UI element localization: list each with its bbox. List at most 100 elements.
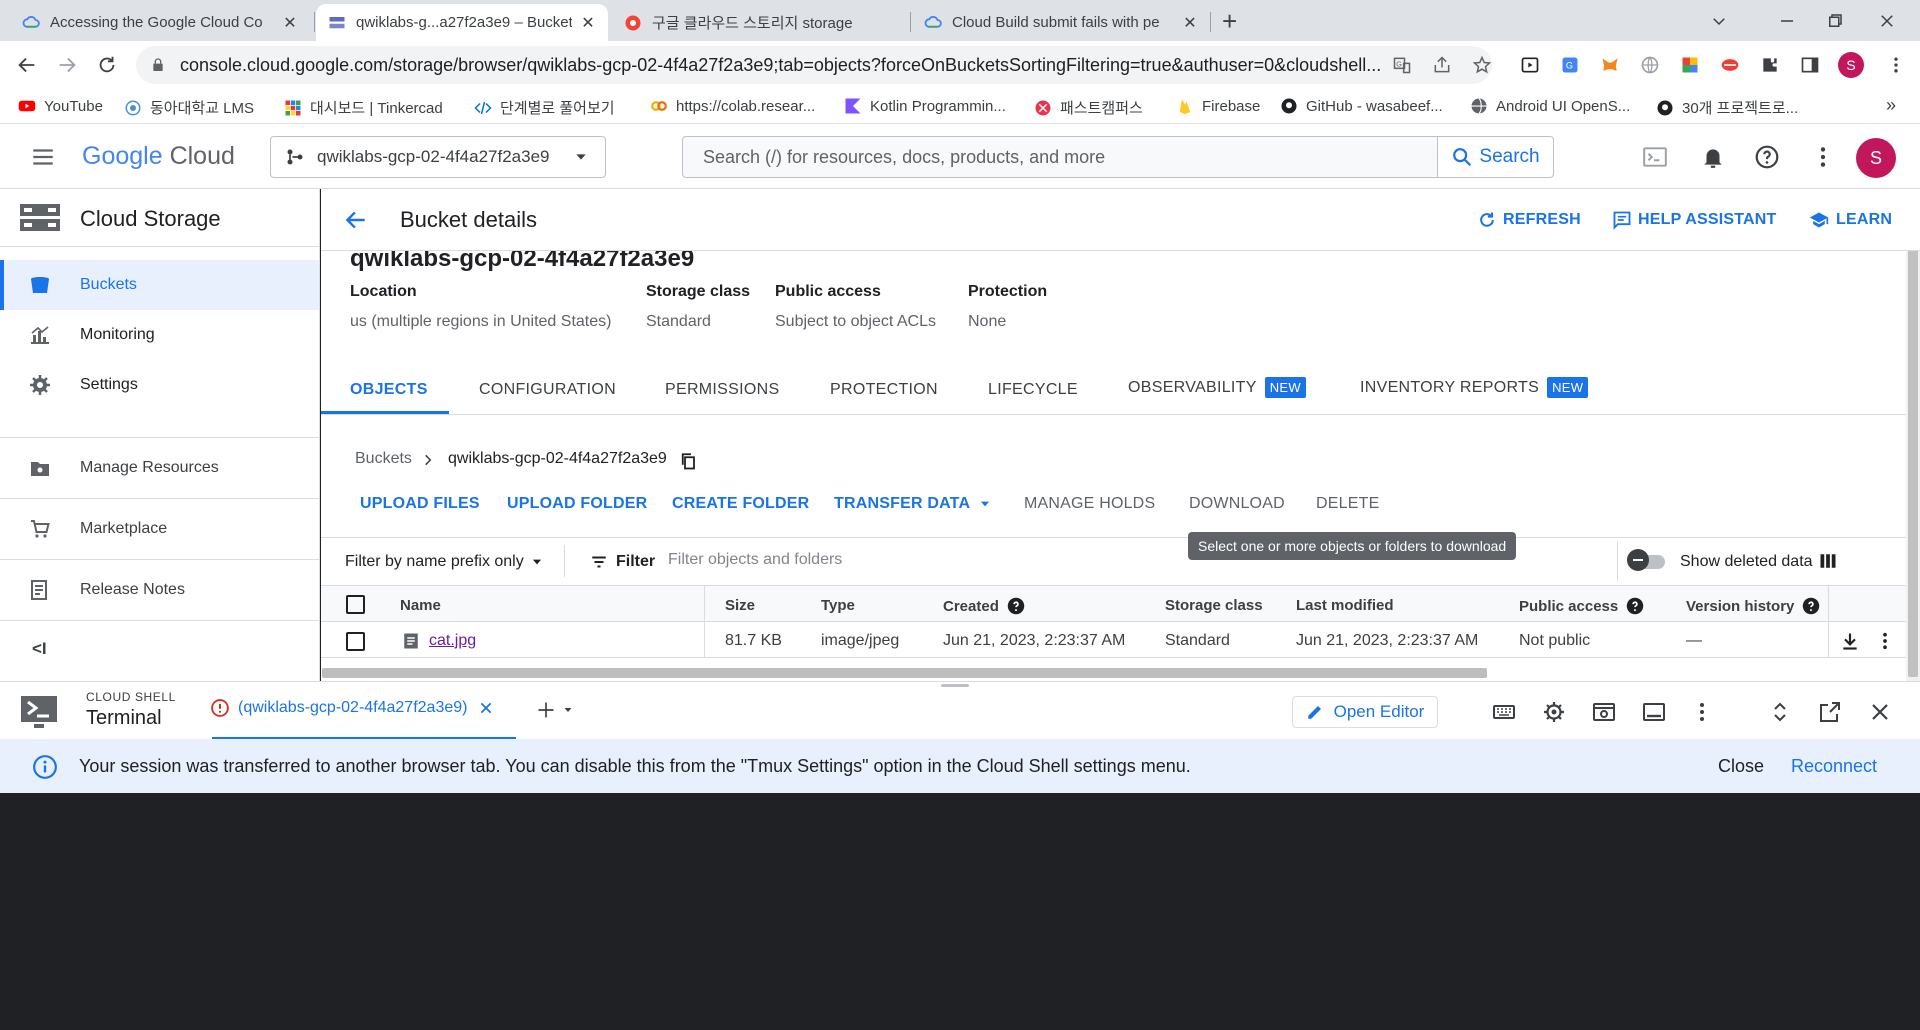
sidebar-item-marketplace[interactable]: Marketplace: [0, 504, 319, 554]
download-button[interactable]: DOWNLOAD: [1189, 495, 1285, 513]
bookmark-donga-lms[interactable]: 동아대학교 LMS: [124, 97, 254, 118]
side-panel-icon[interactable]: [1800, 55, 1820, 75]
minimize-window-icon[interactable]: [1778, 12, 1796, 30]
help-question-icon[interactable]: [1802, 597, 1820, 615]
add-session-icon[interactable]: [536, 700, 556, 720]
resize-handle[interactable]: [941, 684, 969, 687]
google-cloud-logo[interactable]: Google Cloud: [82, 142, 235, 171]
colorful-extension-icon[interactable]: [1680, 55, 1700, 75]
bookmark-android-ui[interactable]: Android UI OpenS...: [1470, 97, 1630, 115]
bookmark-github[interactable]: GitHub - wasabeef...: [1280, 97, 1443, 115]
tab-objects[interactable]: OBJECTS: [350, 381, 428, 399]
restore-window-icon[interactable]: [1826, 12, 1844, 30]
tab-observability[interactable]: OBSERVABILITY NEW: [1128, 377, 1306, 398]
bookmark-fastcampus[interactable]: 패스트캠퍼스: [1034, 97, 1143, 118]
extensions-puzzle-icon[interactable]: [1760, 55, 1780, 75]
transfer-data-button[interactable]: TRANSFER DATA: [834, 495, 992, 513]
user-avatar[interactable]: S: [1856, 138, 1896, 178]
banner-close-button[interactable]: Close: [1718, 756, 1764, 777]
browser-tab[interactable]: Cloud Build submit fails with pe ✕: [912, 4, 1210, 41]
settings-gear-icon[interactable]: [1542, 700, 1566, 724]
collapse-sidebar-button[interactable]: <I: [32, 639, 47, 659]
help-question-icon[interactable]: [1007, 597, 1025, 615]
close-tab-icon[interactable]: ✕: [282, 13, 298, 33]
tab-configuration[interactable]: CONFIGURATION: [479, 381, 616, 399]
browser-tab[interactable]: Accessing the Google Cloud Co ✕: [10, 4, 310, 41]
upload-folder-button[interactable]: UPLOAD FOLDER: [507, 495, 647, 513]
tab-lifecycle[interactable]: LIFECYCLE: [988, 381, 1078, 399]
project-picker[interactable]: qwiklabs-gcp-02-4f4a27f2a3e9: [270, 136, 606, 178]
sidebar-item-buckets[interactable]: Buckets: [0, 260, 319, 310]
sidebar-item-monitoring[interactable]: Monitoring: [0, 310, 319, 360]
sidebar-item-release-notes[interactable]: Release Notes: [0, 565, 319, 615]
more-options-kebab-icon[interactable]: [1690, 700, 1714, 724]
lock-icon[interactable]: [150, 57, 166, 73]
copy-icon[interactable]: [679, 451, 697, 471]
hamburger-menu-icon[interactable]: [30, 144, 56, 170]
column-display-icon[interactable]: [1819, 552, 1837, 570]
help-question-icon[interactable]: [1754, 144, 1780, 170]
breadcrumb-buckets[interactable]: Buckets: [355, 450, 412, 468]
minimize-panel-icon[interactable]: [1642, 700, 1666, 724]
help-assistant-button[interactable]: HELP ASSISTANT: [1612, 210, 1777, 230]
bookmark-firebase[interactable]: Firebase: [1176, 97, 1260, 115]
search-button[interactable]: Search: [1437, 136, 1554, 178]
open-editor-button[interactable]: Open Editor: [1292, 696, 1438, 728]
address-bar[interactable]: console.cloud.google.com/storage/browser…: [136, 46, 1492, 84]
open-in-new-window-icon[interactable]: [1818, 700, 1842, 724]
sidebar-item-settings[interactable]: Settings: [0, 360, 319, 410]
vertical-scrollbar-thumb[interactable]: [1908, 237, 1918, 677]
help-question-icon[interactable]: [1626, 597, 1644, 615]
col-header-version-history[interactable]: Version history: [1686, 597, 1820, 615]
tab-search-chevron-icon[interactable]: [1710, 12, 1728, 30]
close-window-icon[interactable]: [1878, 12, 1896, 30]
col-header-type[interactable]: Type: [821, 597, 855, 614]
col-header-created[interactable]: Created: [943, 597, 1025, 615]
browser-tab[interactable]: 구글 클라우드 스토리지 storage: [612, 4, 908, 41]
bookmark-kotlin[interactable]: Kotlin Programmin...: [844, 97, 1006, 115]
terminal-area[interactable]: [0, 793, 1920, 1030]
cloud-shell-terminal-icon[interactable]: [1642, 144, 1668, 170]
object-name-link[interactable]: cat.jpg: [429, 632, 476, 650]
back-arrow-icon[interactable]: [16, 54, 38, 76]
forward-arrow-icon[interactable]: [56, 54, 78, 76]
filter-mode-dropdown[interactable]: Filter by name prefix only: [345, 553, 544, 571]
notifications-bell-icon[interactable]: [1700, 144, 1726, 170]
close-tab-icon[interactable]: ✕: [580, 13, 596, 33]
red-extension-icon[interactable]: [1720, 55, 1740, 75]
upload-files-button[interactable]: UPLOAD FILES: [360, 495, 480, 513]
more-options-kebab-icon[interactable]: [1810, 144, 1836, 170]
col-header-public-access[interactable]: Public access: [1519, 597, 1644, 615]
back-arrow-icon[interactable]: [343, 207, 369, 233]
row-checkbox[interactable]: [346, 632, 365, 651]
sidebar-item-manage-resources[interactable]: Manage Resources: [0, 443, 319, 493]
browser-tab-active[interactable]: qwiklabs-g...a27f2a3e9 – Bucket ✕: [316, 4, 608, 41]
extension-translate-icon[interactable]: G: [1560, 55, 1580, 75]
manage-holds-button[interactable]: MANAGE HOLDS: [1024, 495, 1155, 513]
tab-permissions[interactable]: PERMISSIONS: [665, 381, 779, 399]
select-all-checkbox[interactable]: [346, 595, 365, 614]
create-folder-button[interactable]: CREATE FOLDER: [672, 495, 809, 513]
learn-button[interactable]: LEARN: [1808, 210, 1892, 230]
bookmark-colab[interactable]: https://colab.resear...: [650, 97, 815, 115]
extension-media-icon[interactable]: [1520, 55, 1540, 75]
close-shell-icon[interactable]: [1868, 700, 1892, 724]
reconnect-button[interactable]: Reconnect: [1791, 756, 1877, 777]
bookmark-30-projects[interactable]: 30개 프로젝트로...: [1656, 97, 1798, 118]
bookmark-star-icon[interactable]: [1472, 55, 1492, 75]
dropdown-caret-icon[interactable]: [562, 704, 574, 716]
more-bookmarks-button[interactable]: »: [1886, 95, 1896, 116]
row-menu-kebab-icon[interactable]: [1875, 631, 1895, 651]
metamask-fox-icon[interactable]: [1600, 55, 1620, 75]
download-icon[interactable]: [1840, 631, 1860, 651]
search-input[interactable]: Search (/) for resources, docs, products…: [682, 136, 1438, 178]
bookmark-youtube[interactable]: YouTube: [18, 97, 103, 115]
bookmark-baekjoon[interactable]: 단계별로 풀어보기: [474, 97, 615, 118]
col-header-size[interactable]: Size: [725, 597, 755, 614]
browser-menu-kebab-icon[interactable]: [1886, 55, 1906, 75]
show-deleted-toggle[interactable]: [1627, 549, 1665, 571]
keyboard-icon[interactable]: [1492, 700, 1516, 724]
col-header-storage-class[interactable]: Storage class: [1165, 597, 1263, 614]
horizontal-scrollbar[interactable]: [322, 668, 1487, 678]
col-header-last-modified[interactable]: Last modified: [1296, 597, 1394, 614]
